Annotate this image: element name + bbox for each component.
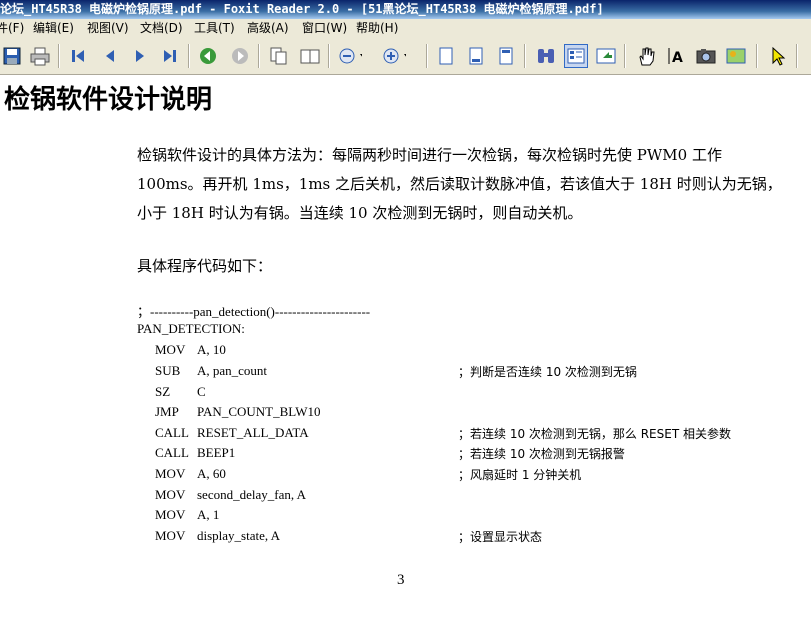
save-icon[interactable] bbox=[0, 44, 24, 68]
menu-view[interactable]: 视图(V) bbox=[87, 19, 129, 38]
toolbar-separator bbox=[756, 44, 758, 68]
code-arg: second_delay_fan, A bbox=[197, 487, 307, 502]
code-op: JMP bbox=[155, 404, 179, 419]
toolbar-separator bbox=[188, 44, 190, 68]
code-comment: ；设置显示状态 bbox=[458, 530, 543, 544]
toolbar-separator bbox=[624, 44, 626, 68]
code-arg: A, pan_count bbox=[197, 363, 268, 378]
fit-width-icon[interactable] bbox=[464, 44, 488, 68]
code-op: MOV bbox=[155, 466, 186, 481]
code-label: PAN_DETECTION: bbox=[137, 321, 245, 336]
go-back-icon[interactable] bbox=[196, 44, 220, 68]
next-page-icon[interactable] bbox=[128, 44, 152, 68]
code-op: SZ bbox=[155, 384, 171, 399]
snapshot-icon[interactable] bbox=[694, 44, 718, 68]
prev-page-icon[interactable] bbox=[98, 44, 122, 68]
toolbar: A bbox=[0, 38, 811, 75]
code-arg: A, 60 bbox=[197, 466, 226, 481]
code-separator: ；----------pan_detection()--------------… bbox=[137, 304, 371, 319]
code-comment: ；判断是否连续 10 次检测到无锅 bbox=[458, 365, 637, 379]
fit-visible-icon[interactable] bbox=[494, 44, 518, 68]
zoom-out-icon[interactable] bbox=[338, 44, 362, 68]
hand-tool-icon[interactable] bbox=[634, 44, 658, 68]
code-op: CALL bbox=[155, 445, 189, 460]
window-title: 论坛_HT45R38 电磁炉检锅原理.pdf - Foxit Reader 2.… bbox=[0, 2, 604, 16]
single-page-icon[interactable] bbox=[266, 44, 290, 68]
code-op: MOV bbox=[155, 487, 186, 502]
menu-window[interactable]: 窗口(W) bbox=[302, 19, 347, 38]
image-tool-icon[interactable] bbox=[724, 44, 748, 68]
menu-advanced[interactable]: 高级(A) bbox=[247, 19, 289, 38]
print-icon[interactable] bbox=[28, 44, 52, 68]
code-intro: 具体程序代码如下： bbox=[137, 257, 273, 275]
paragraph-line-2: 100ms。再开机 1ms，1ms 之后关机，然后读取计数脉冲值，若该值大于 1… bbox=[137, 175, 782, 193]
window-title-bar: 论坛_HT45R38 电磁炉检锅原理.pdf - Foxit Reader 2.… bbox=[0, 0, 811, 19]
code-arg: PAN_COUNT_BLW10 bbox=[197, 404, 321, 419]
code-arg: RESET_ALL_DATA bbox=[197, 425, 309, 440]
facing-pages-icon[interactable] bbox=[298, 44, 322, 68]
code-op: MOV bbox=[155, 342, 186, 357]
menu-help[interactable]: 帮助(H) bbox=[356, 19, 398, 38]
export-icon[interactable] bbox=[594, 44, 618, 68]
binoculars-icon[interactable] bbox=[534, 44, 558, 68]
toolbar-separator bbox=[258, 44, 260, 68]
code-comment: ；若连续 10 次检测到无锅报警 bbox=[458, 447, 625, 461]
menu-tools[interactable]: 工具(T) bbox=[194, 19, 235, 38]
menu-document[interactable]: 文档(D) bbox=[140, 19, 183, 38]
code-op: CALL bbox=[155, 425, 189, 440]
paragraph-line-3: 小于 18H 时认为有锅。当连续 10 次检测到无锅时，则自动关机。 bbox=[137, 204, 583, 222]
toolbar-separator bbox=[58, 44, 60, 68]
text-select-icon[interactable]: A bbox=[664, 44, 688, 68]
toolbar-separator bbox=[426, 44, 428, 68]
select-arrow-icon[interactable] bbox=[766, 44, 790, 68]
code-op: SUB bbox=[155, 363, 181, 378]
svg-text:A: A bbox=[672, 50, 683, 66]
thumbnail-icon[interactable] bbox=[564, 44, 588, 68]
menu-bar: 件(F) 编辑(E) 视图(V) 文档(D) 工具(T) 高级(A) 窗口(W)… bbox=[0, 19, 811, 38]
code-comment: ；风扇延时 1 分钟关机 bbox=[458, 468, 582, 482]
menu-edit[interactable]: 编辑(E) bbox=[33, 19, 74, 38]
paragraph-line-1: 检锅软件设计的具体方法为：每隔两秒时间进行一次检锅，每次检锅时先使 PWM0 工… bbox=[137, 146, 722, 164]
last-page-icon[interactable] bbox=[158, 44, 182, 68]
zoom-in-icon[interactable] bbox=[382, 44, 406, 68]
toolbar-separator bbox=[524, 44, 526, 68]
code-arg: display_state, A bbox=[197, 528, 281, 543]
menu-file[interactable]: 件(F) bbox=[0, 19, 24, 38]
page-number: 3 bbox=[397, 572, 405, 588]
code-arg: BEEP1 bbox=[197, 445, 236, 460]
code-arg: C bbox=[197, 384, 206, 399]
toolbar-separator bbox=[328, 44, 330, 68]
code-arg: A, 1 bbox=[197, 507, 220, 522]
code-comment: ；若连续 10 次检测到无锅，那么 RESET 相关参数 bbox=[458, 427, 731, 441]
code-op: MOV bbox=[155, 507, 186, 522]
first-page-icon[interactable] bbox=[66, 44, 90, 68]
code-arg: A, 10 bbox=[197, 342, 226, 357]
document-page[interactable]: 检锅软件设计说明 检锅软件设计的具体方法为：每隔两秒时间进行一次检锅，每次检锅时… bbox=[0, 75, 811, 624]
toolbar-separator bbox=[796, 44, 798, 68]
go-forward-icon[interactable] bbox=[228, 44, 252, 68]
page-title: 检锅软件设计说明 bbox=[4, 85, 213, 115]
fit-page-icon[interactable] bbox=[434, 44, 458, 68]
code-op: MOV bbox=[155, 528, 186, 543]
